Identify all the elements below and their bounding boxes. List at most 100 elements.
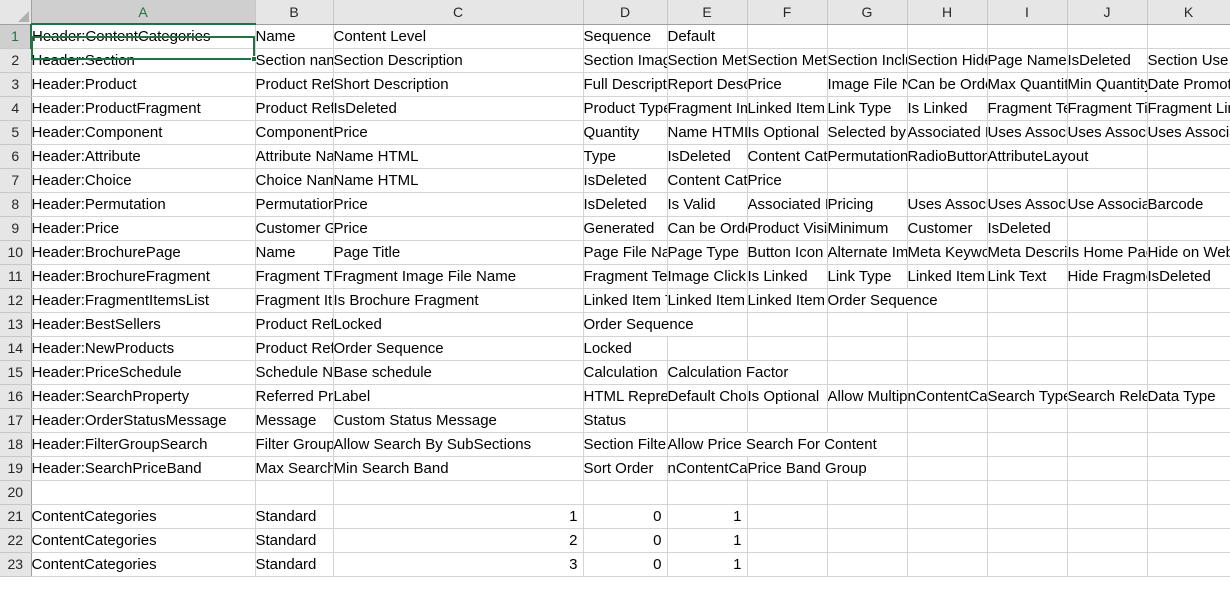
cell-B12[interactable]: Fragment Items	[255, 288, 333, 312]
cell-B2[interactable]: Section name	[255, 48, 333, 72]
cell-D1[interactable]: Sequence	[583, 24, 667, 48]
column-header-d[interactable]: D	[583, 0, 667, 24]
table-row[interactable]: 13Header:BestSellersProduct ReferenceLoc…	[0, 312, 1230, 336]
cell-I1[interactable]	[987, 24, 1067, 48]
row-header-18[interactable]: 18	[0, 432, 31, 456]
cell-G16[interactable]: Allow Multiple	[827, 384, 907, 408]
table-row[interactable]: 12Header:FragmentItemsListFragment Items…	[0, 288, 1230, 312]
cell-A16[interactable]: Header:SearchProperty	[31, 384, 255, 408]
cell-E11[interactable]: Image Click Action	[667, 264, 747, 288]
cell-J17[interactable]	[1067, 408, 1147, 432]
cell-F22[interactable]	[747, 528, 827, 552]
cell-E2[interactable]: Section Meta Keywords	[667, 48, 747, 72]
cell-H8[interactable]: Uses Associated Price	[907, 192, 987, 216]
cell-B8[interactable]: Permutation	[255, 192, 333, 216]
row-header-9[interactable]: 9	[0, 216, 31, 240]
cell-C23[interactable]: 3	[333, 552, 583, 576]
cell-C18[interactable]: Allow Search By SubSections	[333, 432, 583, 456]
select-all-corner-button[interactable]	[0, 0, 31, 24]
cell-H19[interactable]	[907, 456, 987, 480]
cell-D3[interactable]: Full Description	[583, 72, 667, 96]
cell-E21[interactable]: 1	[667, 504, 747, 528]
cell-D4[interactable]: Product Type	[583, 96, 667, 120]
cell-H2[interactable]: Section Hide On Web	[907, 48, 987, 72]
cell-J18[interactable]	[1067, 432, 1147, 456]
column-header-b[interactable]: B	[255, 0, 333, 24]
row-header-8[interactable]: 8	[0, 192, 31, 216]
cell-J10[interactable]: Is Home Page	[1067, 240, 1147, 264]
cell-J8[interactable]: Use Associated Text	[1067, 192, 1147, 216]
cell-E7[interactable]: Content Category	[667, 168, 747, 192]
cell-C8[interactable]: Price	[333, 192, 583, 216]
cell-B3[interactable]: Product Reference	[255, 72, 333, 96]
cell-J16[interactable]: Search Relevance	[1067, 384, 1147, 408]
cell-J3[interactable]: Min Quantity	[1067, 72, 1147, 96]
cell-I22[interactable]	[987, 528, 1067, 552]
cell-E20[interactable]	[667, 480, 747, 504]
cell-K6[interactable]	[1147, 144, 1230, 168]
cell-D5[interactable]: Quantity	[583, 120, 667, 144]
row-header-2[interactable]: 2	[0, 48, 31, 72]
cell-K14[interactable]	[1147, 336, 1230, 360]
table-row[interactable]: 19Header:SearchPriceBandMax Search BandM…	[0, 456, 1230, 480]
cell-E10[interactable]: Page Type	[667, 240, 747, 264]
cell-E1[interactable]: Default	[667, 24, 747, 48]
cell-C4[interactable]: IsDeleted	[333, 96, 583, 120]
cell-G15[interactable]	[827, 360, 907, 384]
cell-D13[interactable]: Order Sequence	[583, 312, 667, 336]
row-header-11[interactable]: 11	[0, 264, 31, 288]
cell-F9[interactable]: Product Visible	[747, 216, 827, 240]
cell-K3[interactable]: Date Promoted	[1147, 72, 1230, 96]
cell-I2[interactable]: Page Name	[987, 48, 1067, 72]
cell-K10[interactable]: Hide on Web	[1147, 240, 1230, 264]
cell-K4[interactable]: Fragment Link	[1147, 96, 1230, 120]
cell-K2[interactable]: Section Use Price Band	[1147, 48, 1230, 72]
cell-H3[interactable]: Can be Ordered	[907, 72, 987, 96]
cell-B23[interactable]: Standard	[255, 552, 333, 576]
table-row[interactable]: 20	[0, 480, 1230, 504]
cell-I10[interactable]: Meta Description	[987, 240, 1067, 264]
cell-G23[interactable]	[827, 552, 907, 576]
cell-K23[interactable]	[1147, 552, 1230, 576]
cell-F12[interactable]: Linked Item Name	[747, 288, 827, 312]
cell-K18[interactable]	[1147, 432, 1230, 456]
table-row[interactable]: 2Header:SectionSection nameSection Descr…	[0, 48, 1230, 72]
cell-I19[interactable]	[987, 456, 1067, 480]
cell-A5[interactable]: Header:Component	[31, 120, 255, 144]
cell-B21[interactable]: Standard	[255, 504, 333, 528]
cell-A17[interactable]: Header:OrderStatusMessage	[31, 408, 255, 432]
cell-A15[interactable]: Header:PriceSchedule	[31, 360, 255, 384]
table-row[interactable]: 4Header:ProductFragmentProduct Reference…	[0, 96, 1230, 120]
cell-A8[interactable]: Header:Permutation	[31, 192, 255, 216]
cell-A13[interactable]: Header:BestSellers	[31, 312, 255, 336]
column-header-f[interactable]: F	[747, 0, 827, 24]
row-header-1[interactable]: 1	[0, 24, 31, 48]
cell-D17[interactable]: Status	[583, 408, 667, 432]
cell-D16[interactable]: HTML Representation	[583, 384, 667, 408]
cell-H10[interactable]: Meta Keywords	[907, 240, 987, 264]
table-row[interactable]: 1Header:ContentCategoriesNameContent Lev…	[0, 24, 1230, 48]
cell-F21[interactable]	[747, 504, 827, 528]
cell-D14[interactable]: Locked	[583, 336, 667, 360]
cell-H23[interactable]	[907, 552, 987, 576]
cell-E8[interactable]: Is Valid	[667, 192, 747, 216]
column-header-k[interactable]: K	[1147, 0, 1230, 24]
cell-J13[interactable]	[1067, 312, 1147, 336]
cell-H17[interactable]	[907, 408, 987, 432]
cell-I14[interactable]	[987, 336, 1067, 360]
cell-D20[interactable]	[583, 480, 667, 504]
cell-A20[interactable]	[31, 480, 255, 504]
cell-J11[interactable]: Hide Fragment	[1067, 264, 1147, 288]
cell-B11[interactable]: Fragment Title	[255, 264, 333, 288]
cell-G21[interactable]	[827, 504, 907, 528]
cell-D18[interactable]: Section Filter	[583, 432, 667, 456]
cell-D6[interactable]: Type	[583, 144, 667, 168]
cell-I3[interactable]: Max Quantity	[987, 72, 1067, 96]
cell-J12[interactable]	[1067, 288, 1147, 312]
table-row[interactable]: 22ContentCategoriesStandard201	[0, 528, 1230, 552]
cell-I17[interactable]	[987, 408, 1067, 432]
cell-A2[interactable]: Header:Section	[31, 48, 255, 72]
cell-K12[interactable]	[1147, 288, 1230, 312]
cell-I20[interactable]	[987, 480, 1067, 504]
cell-G3[interactable]: Image File Name	[827, 72, 907, 96]
